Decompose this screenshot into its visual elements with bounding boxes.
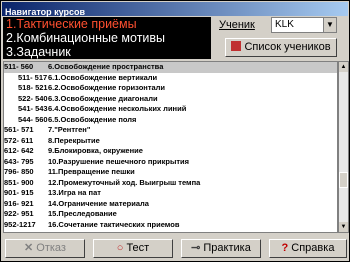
item-title: 12.Промежуточный ход. Выигрыш темпа (48, 177, 201, 187)
item-range: 544- 560 (18, 114, 48, 124)
menu-item-problem-book[interactable]: 3.Задачник (3, 45, 211, 59)
item-title: 6.5.Освобождение поля (48, 114, 137, 124)
window-title: Навигатор курсов (5, 7, 86, 17)
cancel-icon: ✕ (24, 242, 34, 254)
list-item[interactable]: 572- 611 8.Перекрытие (4, 136, 337, 147)
list-item[interactable]: 541- 5436.4.Освобождение нескольких лини… (4, 104, 337, 115)
list-item[interactable]: 544- 5606.5.Освобождение поля (4, 115, 337, 126)
title-bar: Навигатор курсов (2, 2, 348, 17)
student-value: KLK (275, 19, 294, 30)
item-title: 13.Игра на пат (48, 188, 101, 197)
item-title: 11.Превращение пешки (48, 167, 135, 176)
item-range: 922- 951 (4, 209, 34, 218)
test-label: Тест (126, 242, 150, 254)
student-list-button[interactable]: Список учеников (225, 38, 337, 57)
list-item[interactable]: 612- 642 9.Блокировка, окружение (4, 146, 337, 157)
list-item[interactable]: 643- 795 10.Разрушение пешечного прикрыти… (4, 157, 337, 168)
item-title: 6.4.Освобождение нескольких линий (48, 104, 187, 113)
item-range: 511- 517 (18, 72, 48, 82)
student-select[interactable]: KLK ▼ (271, 17, 337, 33)
help-label: Справка (291, 242, 335, 254)
item-range: 612- 642 (4, 146, 34, 155)
item-range: 511- 560 (4, 62, 34, 71)
item-title: 8.Перекрытие (48, 135, 100, 145)
scroll-thumb[interactable] (339, 172, 348, 188)
list-item[interactable]: 851- 900 12.Промежуточный ход. Выигрыш те… (4, 178, 337, 189)
item-title: 14.Ограничение материала (48, 198, 149, 208)
list-icon (231, 41, 242, 51)
help-button[interactable]: ? Справка (269, 239, 347, 258)
chevron-down-icon[interactable]: ▼ (323, 18, 336, 32)
item-range: 561- 571 (4, 125, 34, 134)
list-item[interactable]: 796- 850 11.Превращение пешки (4, 167, 337, 178)
item-title: 6.1.Освобождение вертикали (48, 72, 158, 82)
item-title: 15.Преследование (48, 209, 117, 218)
item-range: 952-1217 (4, 219, 36, 229)
list-item[interactable]: 518- 5216.2.Освобождение горизонтали (4, 83, 337, 94)
menu-item-combinations[interactable]: 2.Комбинационные мотивы (3, 31, 211, 45)
cancel-label: Отказ (36, 242, 66, 254)
item-range: 518- 521 (18, 83, 48, 92)
list-item[interactable]: 952-1217 16.Сочетание тактических приемов (4, 220, 337, 231)
item-range: 522- 540 (18, 93, 48, 103)
scroll-up-icon[interactable]: ▲ (339, 62, 348, 72)
item-title: 9.Блокировка, окружение (48, 146, 143, 155)
list-item[interactable]: 916- 921 14.Ограничение материала (4, 199, 337, 210)
item-title: 16.Сочетание тактических приемов (48, 219, 180, 229)
item-range: 916- 921 (4, 198, 34, 208)
vertical-scrollbar[interactable]: ▲ ▼ (338, 61, 349, 233)
course-navigator-window: Навигатор курсов 1.Тактические приёмы 2.… (0, 0, 350, 262)
menu-item-tactics[interactable]: 1.Тактические приёмы (3, 17, 211, 31)
item-range: 572- 611 (4, 135, 34, 145)
test-icon: ○ (116, 242, 124, 254)
item-range: 643- 795 (4, 156, 34, 166)
item-title: 6.Освобождение пространства (48, 62, 164, 71)
item-range: 541- 543 (18, 104, 48, 113)
practice-button[interactable]: ⊸ Практика (181, 239, 261, 258)
test-button[interactable]: ○ Тест (93, 239, 173, 258)
list-item[interactable]: 511- 5176.1.Освобождение вертикали (4, 73, 337, 84)
item-range: 851- 900 (4, 177, 34, 187)
student-list-label: Список учеников (244, 41, 331, 53)
list-item[interactable]: 922- 951 15.Преследование (4, 209, 337, 220)
item-range: 796- 850 (4, 167, 34, 176)
list-item[interactable]: 511- 560 6.Освобождение пространства (4, 62, 337, 73)
student-label: Ученик (219, 19, 255, 31)
item-range: 901- 915 (4, 188, 34, 197)
practice-label: Практика (203, 242, 251, 254)
list-item[interactable]: 522- 5406.3.Освобождение диагонали (4, 94, 337, 105)
key-icon: ⊸ (191, 242, 201, 254)
list-item[interactable]: 901- 915 13.Игра на пат (4, 188, 337, 199)
item-title: 6.3.Освобождение диагонали (48, 93, 158, 103)
help-icon: ? (281, 242, 289, 254)
course-menu: 1.Тактические приёмы 2.Комбинационные мо… (3, 17, 211, 59)
item-title: 7."Рентген" (48, 125, 91, 134)
item-title: 10.Разрушение пешечного прикрытия (48, 156, 190, 166)
cancel-button[interactable]: ✕ Отказ (5, 239, 85, 258)
list-item[interactable]: 561- 571 7."Рентген" (4, 125, 337, 136)
item-title: 6.2.Освобождение горизонтали (48, 83, 166, 92)
topic-list[interactable]: 511- 560 6.Освобождение пространства 511- … (3, 61, 338, 233)
scroll-down-icon[interactable]: ▼ (339, 222, 348, 232)
